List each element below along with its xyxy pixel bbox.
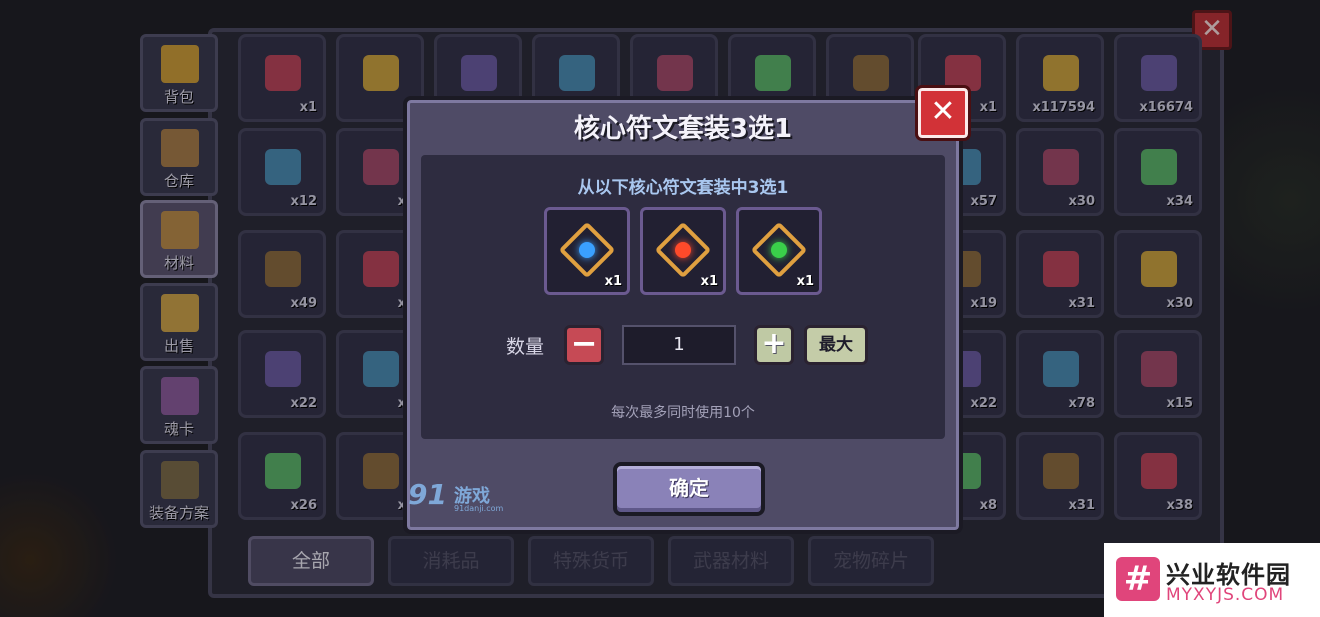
choice-qty: x1 — [604, 274, 622, 289]
rune-choice-3[interactable]: x1 — [736, 207, 822, 295]
dialog-title: 核心符文套装3选1 — [573, 114, 793, 144]
quantity-input[interactable]: 1 — [622, 325, 736, 365]
green-rune-icon — [750, 221, 808, 279]
choice-qty: x1 — [700, 274, 718, 289]
site-watermark: # 兴业软件园 MYXYJS.COM — [1104, 543, 1320, 617]
site-url: MYXYJS.COM — [1166, 585, 1285, 605]
max-quantity-button[interactable]: 最大 — [804, 325, 868, 365]
watermark-91-url: 91danji.com — [454, 504, 504, 513]
confirm-button[interactable]: 确定 — [613, 462, 765, 516]
rune-core — [767, 238, 791, 262]
dialog-subtitle: 从以下核心符文套装中3选1 — [577, 178, 789, 198]
decrease-quantity-button[interactable]: − — [564, 325, 604, 365]
red-rune-icon — [654, 221, 712, 279]
rune-core — [671, 238, 695, 262]
site-logo-icon: # — [1116, 557, 1160, 601]
rune-choice-2[interactable]: x1 — [640, 207, 726, 295]
choice-qty: x1 — [796, 274, 814, 289]
usage-limit-note: 每次最多同时使用10个 — [611, 405, 755, 421]
increase-quantity-button[interactable]: + — [754, 325, 794, 365]
dialog-close-button[interactable]: ✕ — [915, 85, 971, 141]
blue-rune-icon — [558, 221, 616, 279]
rune-choice-1[interactable]: x1 — [544, 207, 630, 295]
rune-core — [575, 238, 599, 262]
watermark-91: 91 游戏 91danji.com — [408, 478, 508, 514]
quantity-label: 数量 — [506, 336, 545, 358]
watermark-91-number: 91 — [408, 478, 447, 511]
